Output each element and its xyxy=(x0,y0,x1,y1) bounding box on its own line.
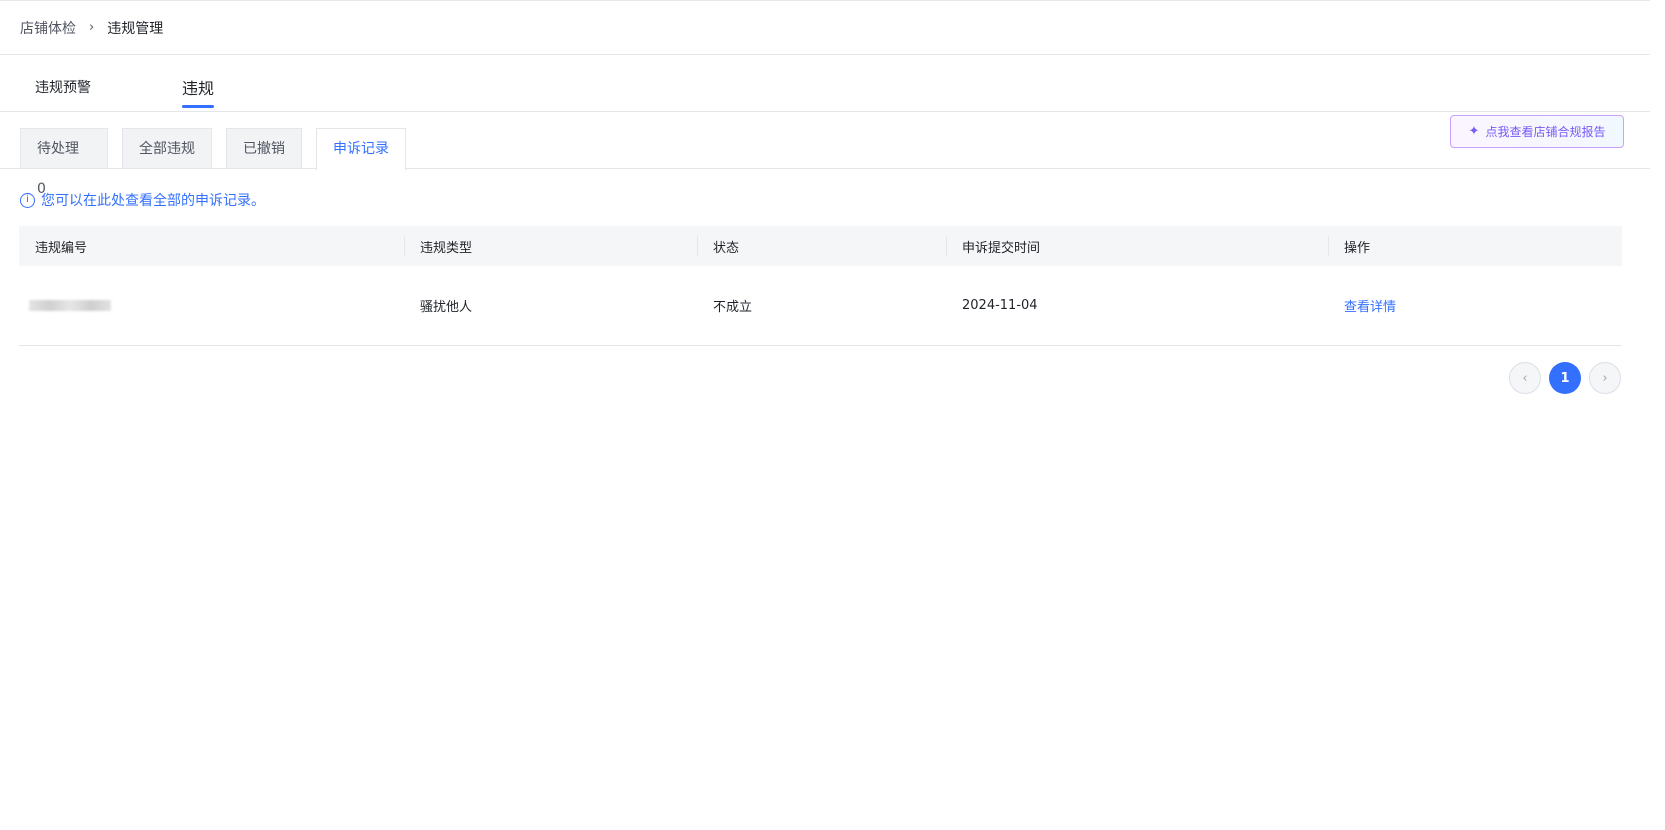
appeal-table: 违规编号 违规类型 状态 申诉提交时间 操作 骚扰他人 不成立 2024-11-… xyxy=(19,226,1622,346)
cell-action: 查看详情 xyxy=(1328,266,1622,345)
cell-status: 不成立 xyxy=(713,300,753,315)
cell-violation-type: 骚扰他人 xyxy=(420,300,473,315)
prev-page-button[interactable]: ‹ xyxy=(1509,362,1541,394)
cell-violation-id xyxy=(19,266,404,345)
page-1-button[interactable]: 1 xyxy=(1549,362,1581,394)
tab-violation[interactable]: 违规 xyxy=(182,75,215,108)
subtab-pending[interactable]: 待处理 0 xyxy=(20,128,108,197)
page: 店铺体检 › 违规管理 违规预警 违规 待处理 0 全部违规 已撤销 申诉记录 … xyxy=(0,0,1665,830)
chevron-right-icon: › xyxy=(89,20,95,35)
compliance-report-label: 点我查看店铺合规报告 xyxy=(1485,125,1606,139)
subtab-appeal-records[interactable]: 申诉记录 xyxy=(316,128,406,170)
header-violation-type: 违规类型 xyxy=(404,226,697,266)
subtab-all-violations[interactable]: 全部违规 xyxy=(122,128,212,168)
table-header: 违规编号 违规类型 状态 申诉提交时间 操作 xyxy=(19,226,1622,266)
main-tabs: 违规预警 违规 xyxy=(0,55,1650,112)
sparkle-icon: ✦ xyxy=(1468,124,1480,139)
tab-violation-warning[interactable]: 违规预警 xyxy=(35,77,91,97)
masked-violation-id xyxy=(29,300,111,311)
info-hint: i 您可以在此处查看全部的申诉记录。 xyxy=(20,190,265,210)
header-violation-id: 违规编号 xyxy=(35,240,88,256)
compliance-report-button[interactable]: ✦ 点我查看店铺合规报告 xyxy=(1450,115,1624,148)
breadcrumb-current: 违规管理 xyxy=(107,20,164,37)
cell-submit-time: 2024-11-04 xyxy=(962,298,1038,313)
header-action: 操作 xyxy=(1328,226,1622,266)
table-row: 骚扰他人 不成立 2024-11-04 查看详情 xyxy=(19,266,1622,346)
subtab-revoked[interactable]: 已撤销 xyxy=(226,128,302,168)
header-submit-time: 申诉提交时间 xyxy=(946,226,1328,266)
next-page-button[interactable]: › xyxy=(1589,362,1621,394)
breadcrumb: 店铺体检 › 违规管理 xyxy=(0,0,1650,55)
breadcrumb-parent[interactable]: 店铺体检 xyxy=(20,18,76,38)
view-details-link[interactable]: 查看详情 xyxy=(1344,296,1396,315)
header-status: 状态 xyxy=(697,226,946,266)
info-icon: i xyxy=(20,192,35,208)
pagination: ‹ 1 › xyxy=(1509,362,1621,394)
sub-tabs: 待处理 0 全部违规 已撤销 申诉记录 xyxy=(0,128,1650,197)
info-hint-text: 您可以在此处查看全部的申诉记录。 xyxy=(41,193,265,209)
